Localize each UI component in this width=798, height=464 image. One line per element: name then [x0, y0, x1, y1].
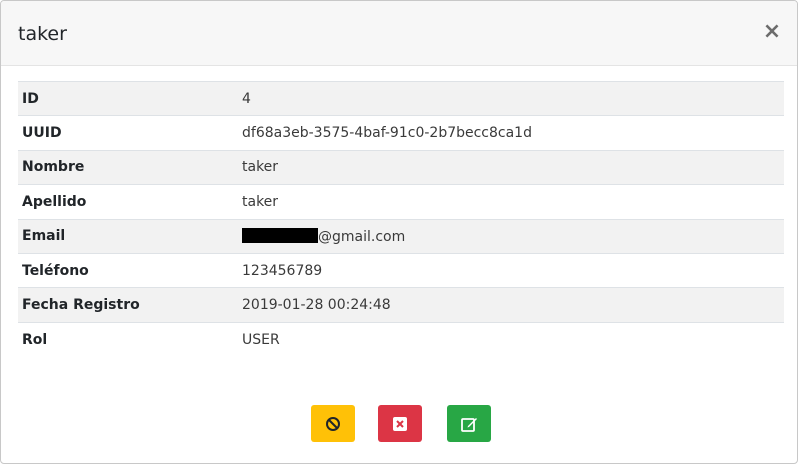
table-row: Fecha Registro 2019-01-28 00:24:48 — [18, 287, 784, 323]
table-row: Nombre taker — [18, 149, 784, 185]
redaction-bar — [242, 227, 318, 243]
field-value: 4 — [242, 80, 784, 116]
field-value: df68a3eb-3575-4baf-91c0-2b7becc8ca1d — [242, 115, 784, 151]
field-value: @gmail.com — [242, 218, 784, 254]
field-value: taker — [242, 149, 784, 185]
table-row: Rol USER — [18, 321, 784, 357]
close-square-icon — [393, 416, 407, 431]
field-label: Apellido — [18, 184, 242, 220]
email-domain: @gmail.com — [318, 228, 406, 245]
close-icon[interactable]: × — [761, 20, 783, 44]
block-user-button[interactable] — [311, 405, 355, 442]
table-row: UUID df68a3eb-3575-4baf-91c0-2b7becc8ca1… — [18, 115, 784, 151]
field-label: Teléfono — [18, 252, 242, 288]
user-details-table: ID 4 UUID df68a3eb-3575-4baf-91c0-2b7bec… — [18, 80, 784, 357]
edit-user-button[interactable] — [447, 405, 491, 442]
field-label: Fecha Registro — [18, 287, 242, 323]
table-row: Email @gmail.com — [18, 218, 784, 254]
edit-icon — [460, 417, 477, 432]
field-value: taker — [242, 184, 784, 220]
field-label: UUID — [18, 115, 242, 151]
table-row: ID 4 — [18, 80, 784, 116]
table-row: Teléfono 123456789 — [18, 252, 784, 288]
field-label: Email — [18, 218, 242, 254]
field-label: Nombre — [18, 149, 242, 185]
field-label: Rol — [18, 321, 242, 357]
modal-title: taker — [18, 23, 67, 45]
field-label: ID — [18, 80, 242, 116]
modal-header: taker × — [1, 1, 797, 66]
table-row: Apellido taker — [18, 184, 784, 220]
user-detail-modal: taker × ID 4 UUID df68a3eb-3575-4baf-91c… — [0, 0, 798, 464]
field-value: USER — [242, 321, 784, 357]
delete-user-button[interactable] — [378, 405, 422, 442]
field-value: 2019-01-28 00:24:48 — [242, 287, 784, 323]
field-value: 123456789 — [242, 252, 784, 288]
ban-icon — [326, 416, 340, 431]
